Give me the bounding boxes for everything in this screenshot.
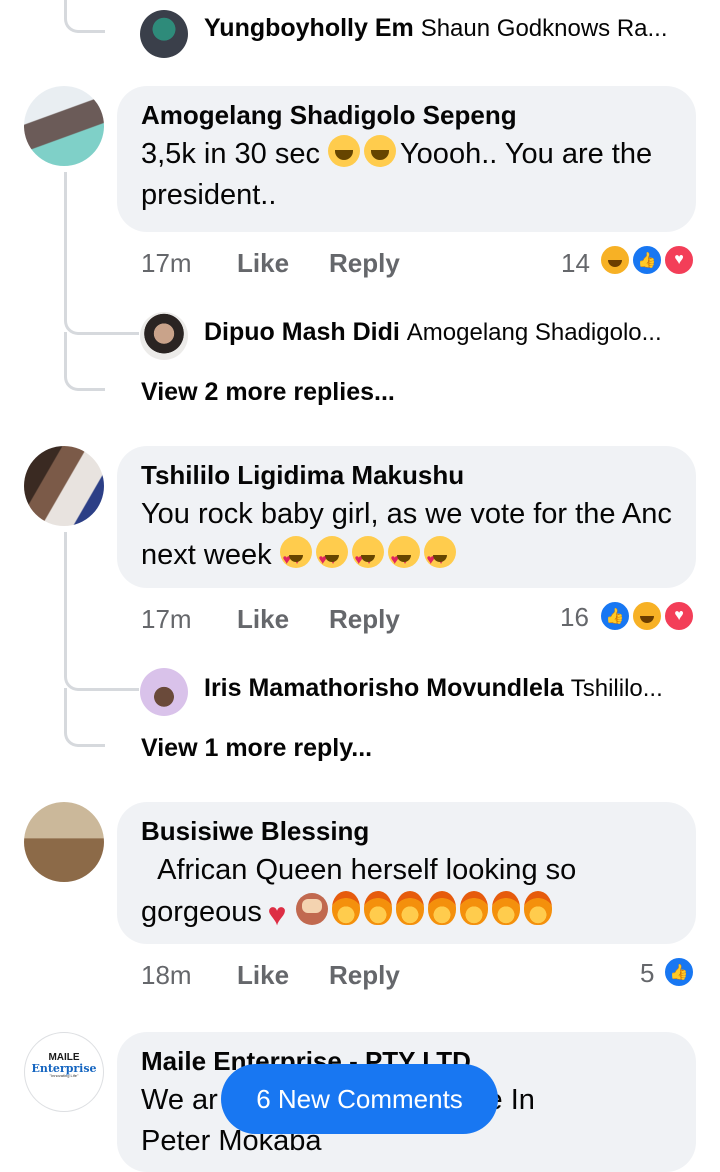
avatar[interactable] — [24, 86, 104, 166]
heart-eyes-emoji-icon — [279, 536, 312, 580]
thread-line — [64, 688, 105, 747]
avatar[interactable] — [140, 668, 188, 716]
reply-snippet: Shaun Godknows Ra... — [420, 15, 668, 42]
fire-emoji-icon — [395, 891, 424, 925]
comment-text: You rock baby girl, as we vote for the A… — [141, 494, 672, 580]
reaction-count[interactable]: 14 — [561, 248, 590, 279]
reply-button[interactable]: Reply — [329, 604, 400, 635]
thread-line — [64, 332, 105, 391]
like-react-icon: 👍 — [599, 600, 631, 632]
reply-snippet: Amogelang Shadigolo... — [406, 319, 662, 346]
comment-text: African Queen herself looking so gorgeou… — [141, 854, 585, 932]
comment-author[interactable]: Amogelang Shadigolo Sepeng — [141, 100, 672, 130]
like-button[interactable]: Like — [237, 604, 289, 635]
like-button[interactable]: Like — [237, 960, 289, 991]
laughing-emoji-icon — [364, 135, 396, 167]
love-react-icon: ♥ — [663, 600, 695, 632]
love-react-icon: ♥ — [663, 244, 695, 276]
heart-eyes-emoji-icon — [387, 536, 420, 580]
avatar[interactable] — [24, 446, 104, 526]
timestamp: 17m — [141, 604, 192, 634]
avatar[interactable] — [140, 10, 188, 58]
comment-bubble: Tshililo Ligidima Makushu You rock baby … — [117, 446, 696, 588]
laugh-react-icon — [631, 600, 663, 632]
comment-author[interactable]: Tshililo Ligidima Makushu — [141, 460, 672, 490]
enterprise-logo: MAILE Enterprise "Innovating Life" — [31, 1052, 97, 1078]
reaction-count[interactable]: 16 — [560, 602, 589, 633]
fire-emoji-icon — [523, 891, 552, 925]
comment-text: 3,5k in 30 sec Yoooh.. You are the presi… — [141, 134, 672, 216]
fire-emoji-icon — [331, 891, 360, 925]
avatar[interactable]: MAILE Enterprise "Innovating Life" — [24, 1032, 104, 1112]
comment-bubble: Amogelang Shadigolo Sepeng 3,5k in 30 se… — [117, 86, 696, 232]
laugh-react-icon — [599, 244, 631, 276]
thread-line — [64, 0, 105, 33]
timestamp: 17m — [141, 248, 192, 278]
reaction-count[interactable]: 5 — [640, 958, 654, 989]
fire-emoji-icon — [427, 891, 456, 925]
view-more-replies-link[interactable]: View 1 more reply... — [141, 734, 372, 763]
red-heart-emoji-icon: ♥ — [267, 896, 287, 932]
comment-bubble: Busisiwe Blessing African Queen herself … — [117, 802, 696, 944]
like-react-icon: 👍 — [631, 244, 663, 276]
reply-author[interactable]: Yungboyholly Em — [204, 14, 414, 42]
laughing-emoji-icon — [328, 135, 360, 167]
avatar[interactable] — [140, 312, 188, 360]
timestamp: 18m — [141, 960, 192, 990]
reply-button[interactable]: Reply — [329, 960, 400, 991]
fire-emoji-icon — [459, 891, 488, 925]
heart-eyes-emoji-icon — [351, 536, 384, 580]
reply-snippet: Tshililo... — [570, 675, 663, 702]
avatar[interactable] — [24, 802, 104, 882]
new-comments-button[interactable]: 6 New Comments — [221, 1064, 498, 1134]
like-react-icon: 👍 — [663, 956, 695, 988]
fire-emoji-icon — [491, 891, 520, 925]
heart-eyes-emoji-icon — [423, 536, 456, 580]
view-more-replies-link[interactable]: View 2 more replies... — [141, 378, 395, 407]
reply-author[interactable]: Iris Mamathorisho Movundlela — [204, 674, 564, 702]
see-no-evil-monkey-emoji-icon — [295, 893, 328, 925]
reply-author[interactable]: Dipuo Mash Didi — [204, 318, 400, 346]
reply-button[interactable]: Reply — [329, 248, 400, 279]
heart-eyes-emoji-icon — [315, 536, 348, 580]
comment-author[interactable]: Busisiwe Blessing — [141, 816, 672, 846]
like-button[interactable]: Like — [237, 248, 289, 279]
fire-emoji-icon — [363, 891, 392, 925]
